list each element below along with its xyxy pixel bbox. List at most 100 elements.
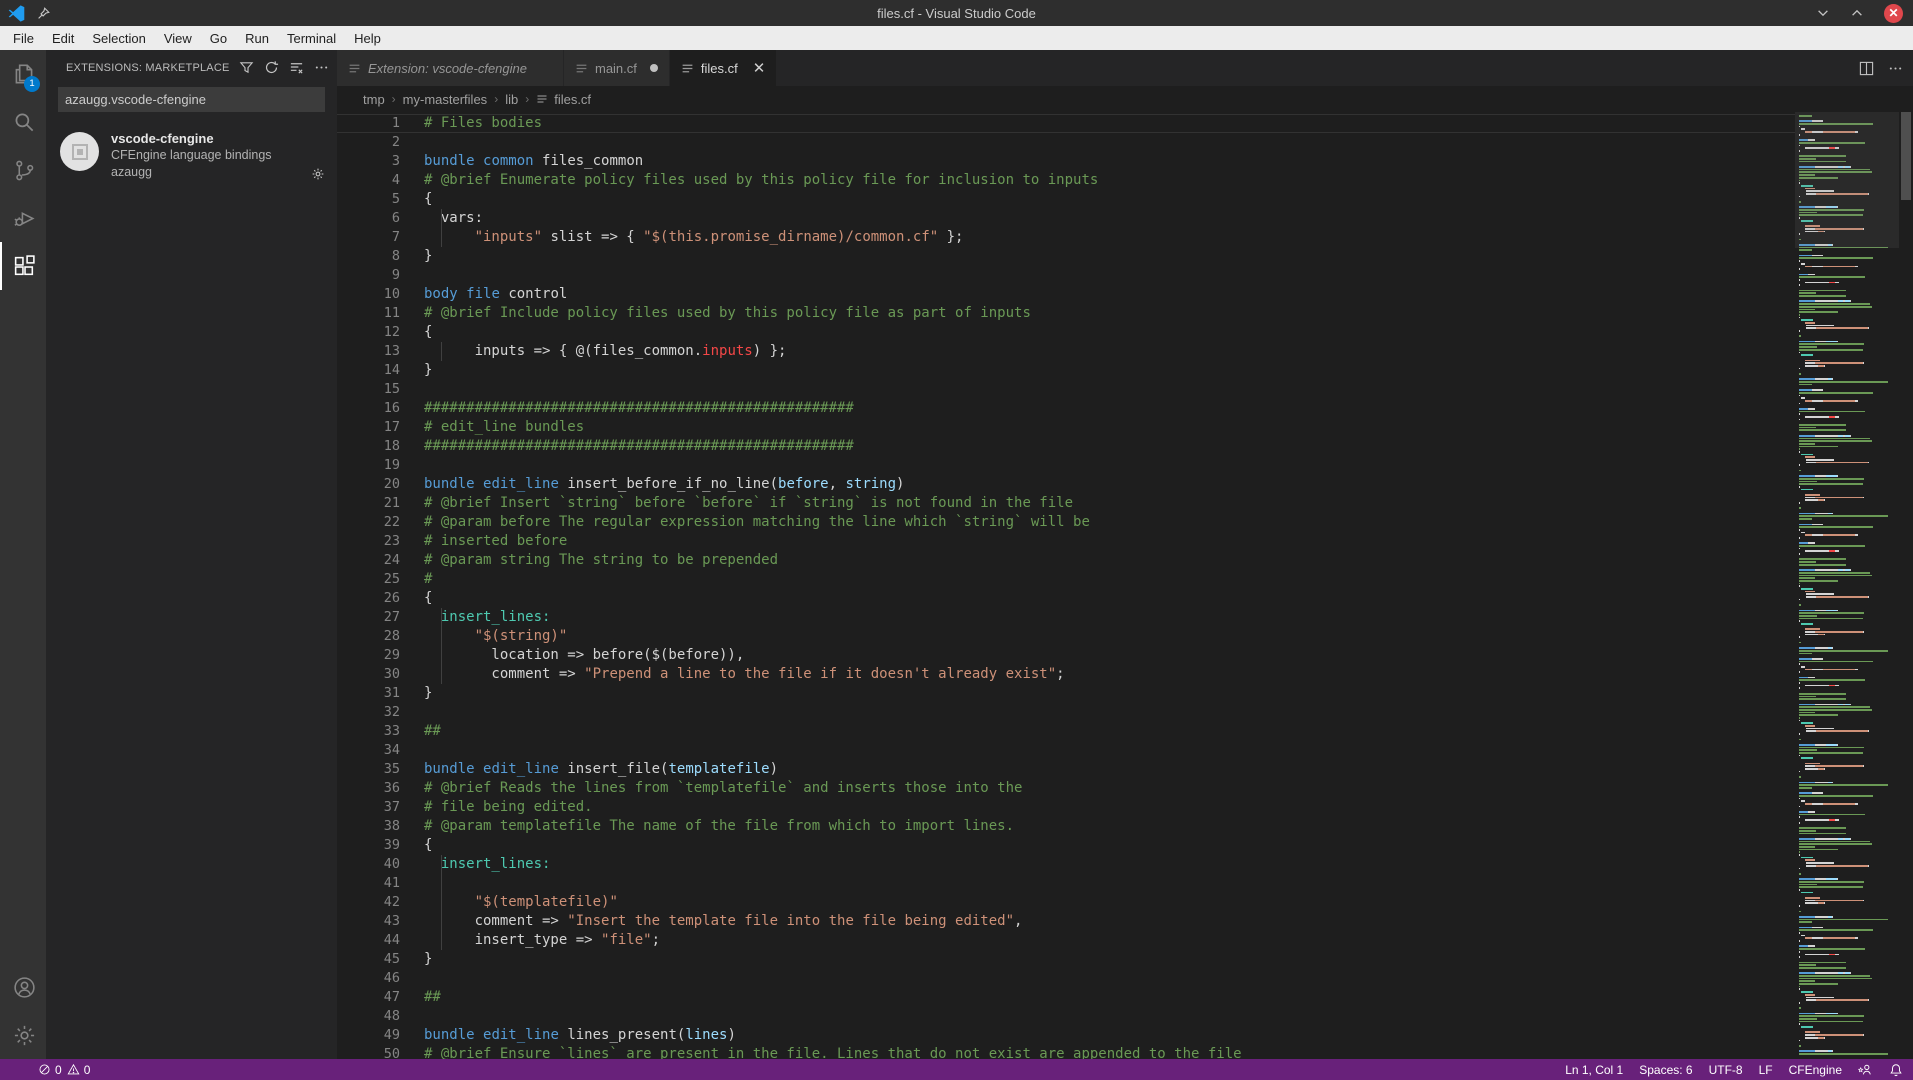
- breadcrumb-my-masterfiles[interactable]: my-masterfiles: [403, 92, 488, 107]
- code-line[interactable]: 50# @brief Ensure `lines` are present in…: [337, 1045, 1795, 1059]
- code-line[interactable]: 30 comment => "Prepend a line to the fil…: [337, 665, 1795, 684]
- code-line-content[interactable]: [400, 969, 424, 988]
- code-line[interactable]: 40 insert_lines:: [337, 855, 1795, 874]
- more-editor-actions-icon[interactable]: [1888, 61, 1903, 76]
- code-line[interactable]: 33##: [337, 722, 1795, 741]
- minimap[interactable]: [1795, 112, 1899, 1059]
- problems-warnings[interactable]: 0: [67, 1063, 91, 1077]
- code-line[interactable]: 5{: [337, 190, 1795, 209]
- indentation-setting[interactable]: Spaces: 6: [1639, 1063, 1692, 1077]
- menu-item-go[interactable]: Go: [201, 26, 236, 50]
- extension-manage-gear-icon[interactable]: [311, 167, 325, 181]
- code-line[interactable]: 27 insert_lines:: [337, 608, 1795, 627]
- breadcrumb-lib[interactable]: lib: [505, 92, 518, 107]
- minimap-slider[interactable]: [1795, 112, 1899, 248]
- code-line[interactable]: 31}: [337, 684, 1795, 703]
- line-number[interactable]: 49: [337, 1026, 400, 1045]
- line-number[interactable]: 1: [337, 114, 400, 133]
- line-number[interactable]: 12: [337, 323, 400, 342]
- code-line-content[interactable]: insert_type => "file";: [400, 931, 660, 950]
- menu-item-terminal[interactable]: Terminal: [278, 26, 345, 50]
- code-line[interactable]: 17# edit_line bundles: [337, 418, 1795, 437]
- code-line[interactable]: 49bundle edit_line lines_present(lines): [337, 1026, 1795, 1045]
- code-line[interactable]: 3bundle common files_common: [337, 152, 1795, 171]
- code-line[interactable]: 38# @param templatefile The name of the …: [337, 817, 1795, 836]
- line-number[interactable]: 44: [337, 931, 400, 950]
- activity-source-control[interactable]: [0, 146, 46, 194]
- code-line-content[interactable]: #: [400, 570, 432, 589]
- code-line-content[interactable]: [400, 266, 424, 285]
- activity-explorer[interactable]: 1: [0, 50, 46, 98]
- code-line-content[interactable]: ########################################…: [400, 399, 854, 418]
- code-line-content[interactable]: {: [400, 589, 432, 608]
- maximize-button[interactable]: [1850, 6, 1864, 20]
- line-number[interactable]: 21: [337, 494, 400, 513]
- line-number[interactable]: 22: [337, 513, 400, 532]
- code-line[interactable]: 46: [337, 969, 1795, 988]
- code-line[interactable]: 19: [337, 456, 1795, 475]
- code-line[interactable]: 22# @param before The regular expression…: [337, 513, 1795, 532]
- line-number[interactable]: 24: [337, 551, 400, 570]
- code-line-content[interactable]: {: [400, 836, 432, 855]
- line-number[interactable]: 42: [337, 893, 400, 912]
- code-line-content[interactable]: }: [400, 684, 432, 703]
- code-line[interactable]: 26{: [337, 589, 1795, 608]
- code-line-content[interactable]: {: [400, 190, 432, 209]
- code-line-content[interactable]: [400, 1007, 424, 1026]
- menu-item-help[interactable]: Help: [345, 26, 390, 50]
- refresh-icon[interactable]: [264, 60, 279, 75]
- line-number[interactable]: 48: [337, 1007, 400, 1026]
- activity-settings[interactable]: [0, 1011, 46, 1059]
- vertical-scrollbar[interactable]: [1899, 112, 1913, 1059]
- line-number[interactable]: 27: [337, 608, 400, 627]
- code-line[interactable]: 14}: [337, 361, 1795, 380]
- line-number[interactable]: 43: [337, 912, 400, 931]
- split-editor-icon[interactable]: [1859, 61, 1874, 76]
- code-line-content[interactable]: }: [400, 361, 432, 380]
- line-number[interactable]: 32: [337, 703, 400, 722]
- line-number[interactable]: 31: [337, 684, 400, 703]
- code-line[interactable]: 20bundle edit_line insert_before_if_no_l…: [337, 475, 1795, 494]
- line-number[interactable]: 2: [337, 133, 400, 152]
- code-line-content[interactable]: insert_lines:: [400, 855, 550, 874]
- line-number[interactable]: 19: [337, 456, 400, 475]
- code-line-content[interactable]: comment => "Prepend a line to the file i…: [400, 665, 1065, 684]
- code-line-content[interactable]: # file being edited.: [400, 798, 593, 817]
- code-line-content[interactable]: bundle edit_line lines_present(lines): [400, 1026, 736, 1045]
- activity-search[interactable]: [0, 98, 46, 146]
- code-line[interactable]: 6 vars:: [337, 209, 1795, 228]
- code-line-content[interactable]: location => before($(before)),: [400, 646, 744, 665]
- line-number[interactable]: 50: [337, 1045, 400, 1059]
- line-number[interactable]: 35: [337, 760, 400, 779]
- code-line-content[interactable]: # Files bodies: [400, 114, 542, 133]
- problems-errors[interactable]: 0: [38, 1063, 62, 1077]
- extension-list-item[interactable]: vscode-cfengine CFEngine language bindin…: [46, 130, 337, 181]
- tab-main-cf[interactable]: main.cf: [564, 50, 670, 86]
- feedback-icon[interactable]: [1858, 1063, 1873, 1077]
- code-line[interactable]: 11# @brief Include policy files used by …: [337, 304, 1795, 323]
- activity-run-debug[interactable]: [0, 194, 46, 242]
- line-number[interactable]: 10: [337, 285, 400, 304]
- code-line[interactable]: 32: [337, 703, 1795, 722]
- notifications-bell-icon[interactable]: [1889, 1063, 1903, 1077]
- menu-item-file[interactable]: File: [4, 26, 43, 50]
- line-number[interactable]: 36: [337, 779, 400, 798]
- menu-item-edit[interactable]: Edit: [43, 26, 83, 50]
- line-number[interactable]: 17: [337, 418, 400, 437]
- code-line[interactable]: 48: [337, 1007, 1795, 1026]
- code-line[interactable]: 36# @brief Reads the lines from `templat…: [337, 779, 1795, 798]
- code-line-content[interactable]: bundle edit_line insert_before_if_no_lin…: [400, 475, 904, 494]
- code-line[interactable]: 12{: [337, 323, 1795, 342]
- code-line[interactable]: 10body file control: [337, 285, 1795, 304]
- line-number[interactable]: 25: [337, 570, 400, 589]
- line-number[interactable]: 4: [337, 171, 400, 190]
- code-line-content[interactable]: [400, 133, 424, 152]
- line-number[interactable]: 6: [337, 209, 400, 228]
- code-line[interactable]: 18######################################…: [337, 437, 1795, 456]
- code-line-content[interactable]: # @brief Ensure `lines` are present in t…: [400, 1045, 1242, 1059]
- code-line[interactable]: 16######################################…: [337, 399, 1795, 418]
- tab-extension-vscode-cfengine[interactable]: Extension: vscode-cfengine: [337, 50, 564, 86]
- code-line[interactable]: 15: [337, 380, 1795, 399]
- activity-account[interactable]: [0, 963, 46, 1011]
- code-line[interactable]: 1# Files bodies: [337, 114, 1795, 133]
